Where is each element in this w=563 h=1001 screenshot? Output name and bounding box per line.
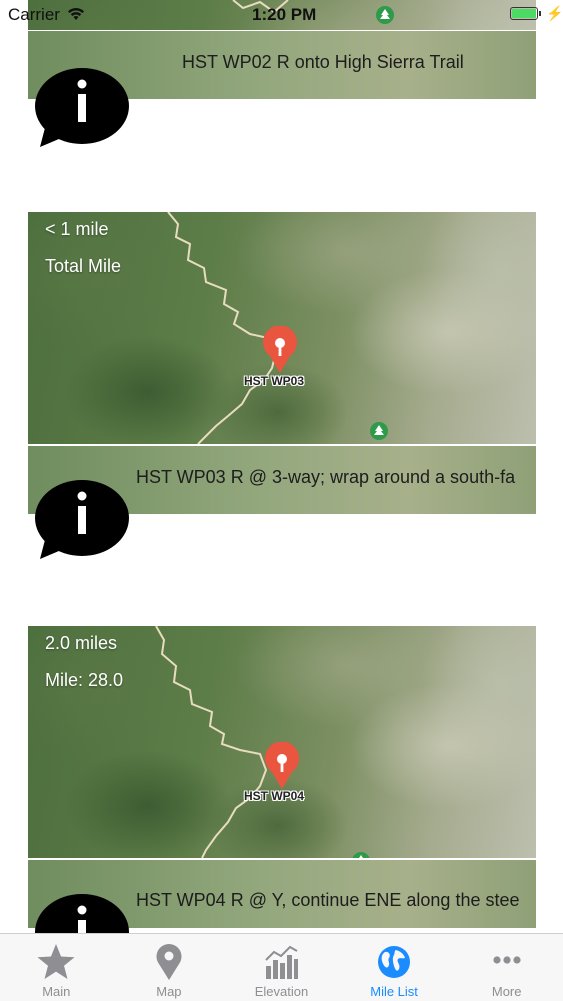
charging-bolt-icon: ⚡	[546, 5, 563, 21]
tree-poi-icon	[370, 422, 388, 440]
location-pin-icon	[156, 944, 182, 980]
waypoint-map-wp03[interactable]: HST WP03	[28, 212, 536, 444]
info-icon[interactable]	[32, 474, 132, 564]
distance-label: < 1 mile	[45, 219, 109, 239]
status-bar: Carrier 1:20 PM ⚡	[0, 0, 563, 30]
map-pin-icon[interactable]	[264, 742, 300, 790]
distance-label: 2.0 miles	[45, 633, 118, 653]
total-mile-label: Total Mile	[45, 256, 122, 276]
pin-label: HST WP04	[244, 789, 305, 803]
battery-icon	[510, 7, 541, 20]
tab-more[interactable]: More	[450, 934, 563, 1001]
carrier-label: Carrier	[8, 5, 60, 24]
tab-label: Elevation	[254, 984, 309, 999]
waypoint-map-wp04[interactable]: HST WP04	[28, 626, 536, 858]
tab-label: Mile List	[370, 984, 418, 999]
bar-chart-icon	[265, 945, 299, 979]
pin-label: HST WP03	[244, 374, 305, 388]
map-pin-icon[interactable]	[262, 326, 298, 374]
tab-bar: Main Map Elevation Mile List More	[0, 933, 563, 1001]
total-mile-label: Mile: 28.0	[45, 670, 124, 690]
tab-mile-list[interactable]: Mile List	[338, 934, 451, 1001]
tab-label: Map	[156, 984, 182, 999]
tab-map[interactable]: Map	[113, 934, 226, 1001]
tree-poi-icon	[352, 852, 370, 858]
more-dots-icon	[493, 956, 521, 964]
tab-main[interactable]: Main	[0, 934, 113, 1001]
description-text: HST WP04 R @ Y, continue ENE along the s…	[136, 890, 520, 910]
description-text: HST WP03 R @ 3-way; wrap around a south-…	[136, 467, 516, 487]
wifi-icon	[67, 6, 85, 26]
tab-label: More	[491, 984, 522, 999]
tab-label: Main	[42, 984, 71, 999]
clock: 1:20 PM	[252, 5, 317, 24]
description-text: HST WP02 R onto High Sierra Trail	[182, 52, 464, 72]
star-icon	[37, 944, 75, 979]
tab-elevation[interactable]: Elevation	[225, 934, 338, 1001]
info-icon[interactable]	[32, 62, 132, 152]
globe-icon	[378, 946, 411, 978]
